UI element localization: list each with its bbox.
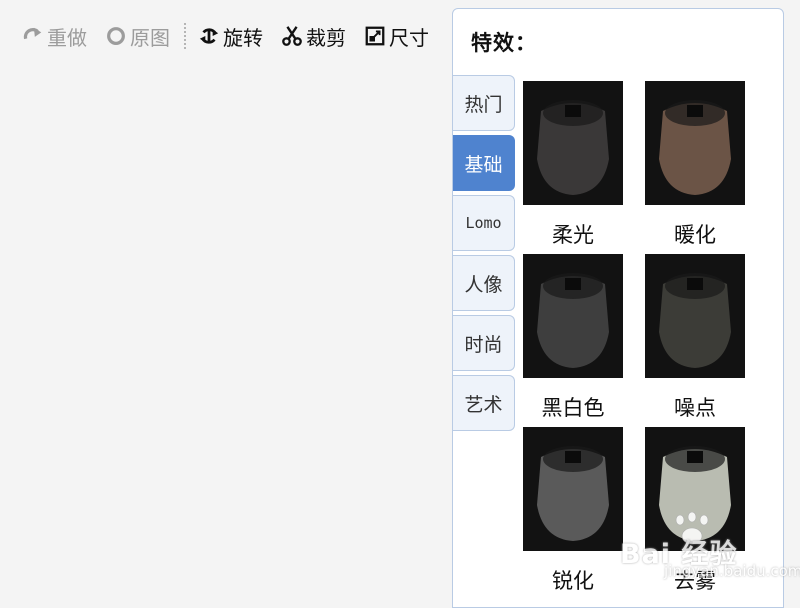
effect-label: 暖化 — [674, 223, 716, 247]
tab-art[interactable]: 艺术 — [453, 375, 515, 431]
bowl-stamp — [687, 451, 703, 463]
effect-thumbnail — [645, 254, 745, 378]
effect-label: 黑白色 — [541, 396, 605, 420]
toolbar-divider — [184, 23, 186, 49]
redo-icon — [23, 27, 42, 40]
rotate-button[interactable]: 旋转 — [198, 16, 263, 56]
circle-icon — [107, 27, 125, 45]
effect-soft-light[interactable]: 柔光 — [523, 81, 627, 247]
effect-thumbnail — [523, 427, 623, 551]
crop-label: 裁剪 — [306, 25, 346, 50]
effect-black-white[interactable]: 黑白色 — [523, 254, 627, 420]
bowl-stamp — [565, 105, 581, 117]
redo-label: 重做 — [47, 25, 87, 50]
crop-button[interactable]: 裁剪 — [281, 16, 346, 56]
rotate-icon — [199, 28, 219, 44]
original-image-button[interactable]: 原图 — [105, 16, 170, 56]
effect-label: 柔光 — [552, 223, 594, 247]
effect-thumbnail — [645, 81, 745, 205]
panel-title: 特效： — [471, 31, 537, 55]
tab-fashion[interactable]: 时尚 — [453, 315, 515, 371]
tab-basic[interactable]: 基础 — [453, 135, 515, 191]
resize-label: 尺寸 — [389, 25, 429, 50]
editor-toolbar: 重做 原图 旋转 裁剪 尺寸 — [0, 16, 435, 56]
resize-icon — [365, 26, 385, 46]
baidu-jingyan-watermark: Bai 经验 jingyan.baidu.com — [612, 512, 800, 592]
original-image-label: 原图 — [130, 25, 170, 50]
effects-category-tabs: 热门 基础 Lomo 人像 时尚 艺术 — [453, 75, 515, 435]
tab-portrait[interactable]: 人像 — [453, 255, 515, 311]
tab-popular[interactable]: 热门 — [453, 75, 515, 131]
effect-thumbnail — [523, 254, 623, 378]
effect-warm[interactable]: 暖化 — [645, 81, 749, 247]
effect-thumbnail — [523, 81, 623, 205]
rotate-label: 旋转 — [223, 25, 263, 50]
bowl-stamp — [565, 451, 581, 463]
effect-noise[interactable]: 噪点 — [645, 254, 749, 420]
scissors-icon — [282, 26, 302, 46]
redo-button[interactable]: 重做 — [22, 16, 87, 56]
bowl-stamp — [687, 105, 703, 117]
bowl-stamp — [687, 278, 703, 290]
watermark-url: jingyan.baidu.com — [664, 562, 800, 580]
resize-button[interactable]: 尺寸 — [364, 16, 429, 56]
tab-lomo[interactable]: Lomo — [453, 195, 515, 251]
effect-label: 锐化 — [552, 569, 594, 593]
bowl-stamp — [565, 278, 581, 290]
effect-label: 噪点 — [674, 396, 716, 420]
